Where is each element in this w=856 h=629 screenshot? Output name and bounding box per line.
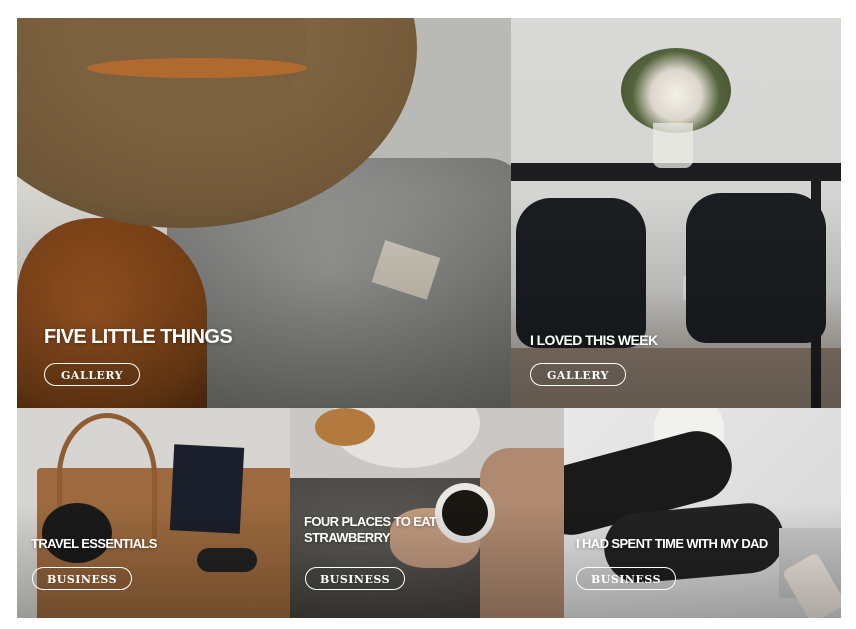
category-tag[interactable]: BUSINESS [576, 567, 676, 590]
post-card-i-loved-this-week[interactable]: I LOVED THIS WEEK GALLERY [511, 18, 841, 408]
post-card-five-little-things[interactable]: FIVE LITTLE THINGS GALLERY [17, 18, 511, 408]
post-card-i-had-spent-time-with-my-dad[interactable]: I HAD SPENT TIME WITH MY DAD BUSINESS [564, 408, 841, 618]
image-overlay [511, 18, 841, 408]
post-card-travel-essentials[interactable]: TRAVEL ESSENTIALS BUSINESS [17, 408, 290, 618]
featured-posts-grid: FIVE LITTLE THINGS GALLERY I LOVED THIS … [17, 18, 841, 618]
category-tag[interactable]: BUSINESS [32, 567, 132, 590]
category-tag[interactable]: BUSINESS [305, 567, 405, 590]
post-title[interactable]: TRAVEL ESSENTIALS [31, 536, 157, 552]
post-title[interactable]: I HAD SPENT TIME WITH MY DAD [576, 536, 768, 552]
category-tag[interactable]: GALLERY [530, 363, 626, 386]
post-title[interactable]: FIVE LITTLE THINGS [44, 325, 233, 349]
post-card-four-places-to-eat-strawberry[interactable]: FOUR PLACES TO EAT STRAWBERRY BUSINESS [290, 408, 564, 618]
image-overlay [17, 18, 511, 408]
category-tag[interactable]: GALLERY [44, 363, 140, 386]
post-title[interactable]: I LOVED THIS WEEK [530, 332, 658, 349]
post-title[interactable]: FOUR PLACES TO EAT STRAWBERRY [304, 514, 494, 545]
